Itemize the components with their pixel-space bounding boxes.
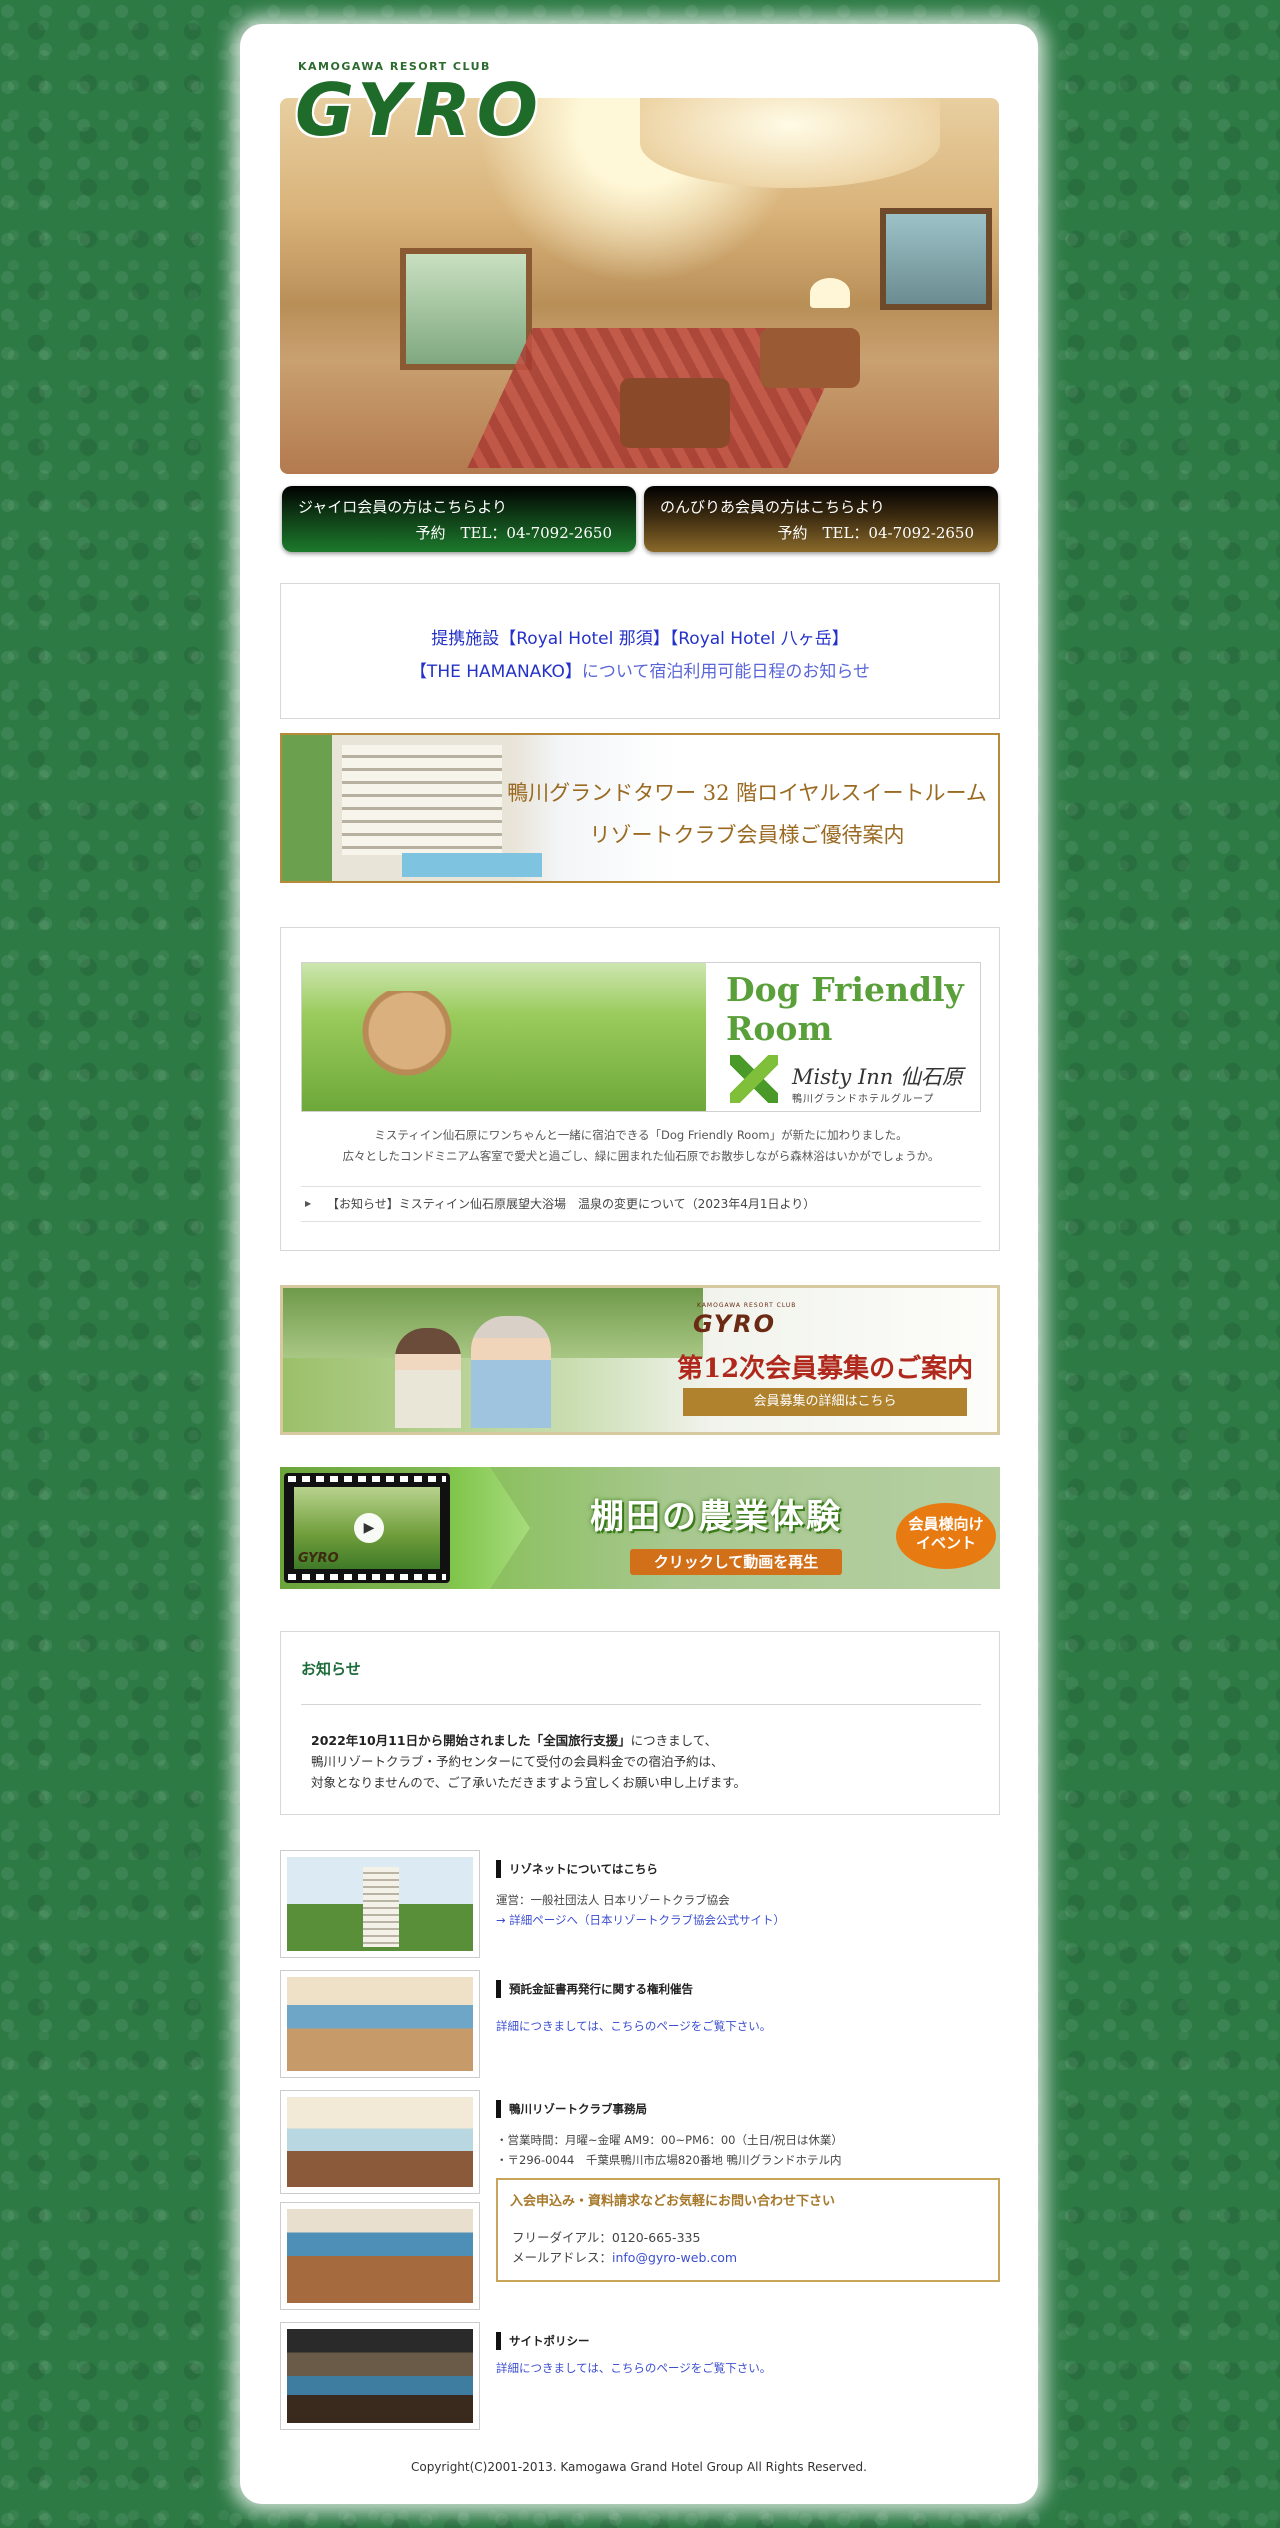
dog-desc-line1: ミスティイン仙石原にワンちゃんと一緒に宿泊できる「Dog Friendly Ro… xyxy=(374,1128,908,1142)
resonet-heading: リゾネットについてはこちら xyxy=(496,1860,658,1878)
onsen-change-news-link[interactable]: 【お知らせ】ミスティイン仙石原展望大浴場 温泉の変更について（2023年4月1日… xyxy=(301,1186,981,1222)
partner-notice-hamanako: 【THE HAMANAKO】 xyxy=(409,662,582,682)
misty-inn-logo: Misty Inn 仙石原 xyxy=(792,1065,963,1089)
site-policy-heading: サイトポリシー xyxy=(496,2332,590,2350)
notice-body: 2022年10月11日から開始されました「全国旅行支援」につきまして、 鴨川リゾ… xyxy=(311,1730,746,1793)
resonet-thumbnail[interactable] xyxy=(280,1850,480,1958)
bar-photo xyxy=(287,2329,473,2423)
rice-terrace-video-banner[interactable]: GYRO ▶ 棚田の農業体験 クリックして動画を再生 会員様向け イベント xyxy=(280,1467,1000,1589)
deposit-heading: 預託金証書再発行に関する権利催告 xyxy=(496,1980,693,1998)
tower-banner-line2: リゾートクラブ会員様ご優待案内 xyxy=(589,823,905,847)
copyright: Copyright(C)2001-2013. Kamogawa Grand Ho… xyxy=(410,2460,867,2474)
recruit-man-photo xyxy=(471,1316,551,1428)
misty-inn-leaf-icon xyxy=(730,1055,778,1103)
reserve-nonbiri-tel: 予約 TEL：04-7092-2650 xyxy=(777,524,975,542)
lobby-painting xyxy=(880,208,992,310)
ocean-room-photo xyxy=(287,1977,473,2071)
badge-line2: イベント xyxy=(915,1534,976,1552)
contact-mail-row: メールアドレス：info@gyro-web.com xyxy=(512,2248,737,2268)
lobby-sofa xyxy=(760,328,860,388)
dog-friendly-title: Dog Friendly Room xyxy=(726,970,964,1049)
lounge-photo xyxy=(287,2209,473,2303)
dog-description: ミスティイン仙石原にワンちゃんと一緒に宿泊できる「Dog Friendly Ro… xyxy=(281,1125,1001,1167)
lobby-photo xyxy=(280,98,999,474)
partner-notice-line2[interactable]: 【THE HAMANAKO】について宿泊利用可能日程のお知らせ xyxy=(281,657,999,682)
reserve-gyro-label: ジャイロ会員の方はこちらより xyxy=(298,498,507,516)
contact-freedial: フリーダイアル：0120-665-335 xyxy=(512,2230,701,2245)
notice-line1: 2022年10月11日から開始されました「全国旅行支援」につきまして、 xyxy=(311,1730,746,1751)
room-thumbnail xyxy=(280,1970,480,2078)
office-info: ・営業時間：月曜~金曜 AM9：00~PM6：00（土日/祝日は休業） ・〒29… xyxy=(496,2130,843,2170)
dog-photo xyxy=(362,991,452,1091)
bar-thumbnail xyxy=(280,2322,480,2430)
office-address: ・〒296-0044 千葉県鴨川市広場820番地 鴨川グランドホテル内 xyxy=(496,2153,842,2167)
member-event-badge: 会員様向け イベント xyxy=(896,1503,996,1569)
member-recruitment-banner[interactable]: KAMOGAWA RESORT CLUB GYRO 第12次会員募集のご案内 会… xyxy=(280,1285,1000,1435)
lounge-thumbnail xyxy=(280,2202,480,2310)
contact-box: 入会申込み・資料請求などお気軽にお問い合わせ下さい フリーダイアル：0120-6… xyxy=(496,2178,1000,2282)
suite-thumbnail xyxy=(280,2090,480,2194)
reserve-nonbiri-label: のんびりあ会員の方はこちらより xyxy=(660,498,885,516)
recruit-woman-photo xyxy=(395,1328,461,1428)
film-holes-bottom xyxy=(288,1574,446,1580)
lobby-window xyxy=(400,248,532,370)
dog-title-line1: Dog Friendly xyxy=(726,970,964,1009)
tanada-gyro-logo: GYRO xyxy=(298,1551,339,1566)
recruit-details-button[interactable]: 会員募集の詳細はこちら xyxy=(683,1388,967,1416)
lobby-sofa xyxy=(620,378,730,448)
arrow-decoration xyxy=(450,1467,530,1589)
notice-line1-rest: につきまして、 xyxy=(630,1733,718,1748)
deposit-details-link[interactable]: 詳細につきましては、こちらのページをご覧下さい。 xyxy=(496,2016,771,2036)
badge-line1: 会員様向け xyxy=(908,1515,984,1533)
office-heading: 鴨川リゾートクラブ事務局 xyxy=(496,2100,647,2118)
site-policy-link[interactable]: 詳細につきましては、こちらのページをご覧下さい。 xyxy=(496,2358,771,2378)
tower-photo xyxy=(287,1857,473,1951)
hotel-group-name: 鴨川グランドホテルグループ xyxy=(792,1094,935,1105)
grand-tower-suite-banner[interactable]: 鴨川グランドタワー 32 階ロイヤルスイートルーム リゾートクラブ会員様ご優待案… xyxy=(280,733,1000,883)
dog-desc-line2: 広々としたコンドミニアム客室で愛犬と過ごし、緑に囲まれた仙石原でお散歩しながら森… xyxy=(342,1149,940,1163)
notice-line1-bold: 2022年10月11日から開始されました「全国旅行支援」 xyxy=(311,1733,631,1748)
resonet-org: 運営：一般社団法人 日本リゾートクラブ協会 xyxy=(496,1893,730,1907)
tower-banner-line1: 鴨川グランドタワー 32 階ロイヤルスイートルーム xyxy=(507,781,987,805)
film-holes-top xyxy=(288,1476,446,1482)
contact-mail-link[interactable]: info@gyro-web.com xyxy=(612,2250,737,2265)
notice-section: お知らせ 2022年10月11日から開始されました「全国旅行支援」につきまして、… xyxy=(280,1631,1000,1815)
notice-title: お知らせ xyxy=(301,1660,361,1678)
recruit-gyro-logo: GYRO xyxy=(693,1310,776,1338)
partner-notice-suffix: について宿泊利用可能日程のお知らせ xyxy=(581,662,871,682)
resonet-info: 運営：一般社団法人 日本リゾートクラブ協会 → 詳細ページへ（日本リゾートクラブ… xyxy=(496,1890,785,1930)
reserve-nonbiri-button[interactable]: のんびりあ会員の方はこちらより 予約 TEL：04-7092-2650 xyxy=(644,486,998,552)
dog-friendly-section: Dog Friendly Room Misty Inn 仙石原 鴨川グランドホテ… xyxy=(280,927,1000,1251)
partner-hotel-notice[interactable]: 提携施設【Royal Hotel 那須】【Royal Hotel 八ヶ岳】 【T… xyxy=(280,583,1000,719)
play-video-button[interactable]: クリックして動画を再生 xyxy=(630,1549,842,1575)
notice-line2: 鴨川リゾートクラブ・予約センターにて受付の会員料金での宿泊予約は、 xyxy=(311,1754,724,1769)
office-hours: ・営業時間：月曜~金曜 AM9：00~PM6：00（土日/祝日は休業） xyxy=(496,2133,843,2147)
lobby-lamp xyxy=(810,278,850,308)
tanada-title: 棚田の農業体験 xyxy=(590,1497,842,1537)
ceiling-dome xyxy=(640,98,940,188)
reserve-gyro-tel: 予約 TEL：04-7092-2650 xyxy=(415,524,613,542)
partner-notice-line1[interactable]: 提携施設【Royal Hotel 那須】【Royal Hotel 八ヶ岳】 xyxy=(281,624,999,649)
recruit-headline: 第12次会員募集のご案内 xyxy=(677,1354,974,1384)
reserve-gyro-button[interactable]: ジャイロ会員の方はこちらより 予約 TEL：04-7092-2650 xyxy=(282,486,636,552)
notice-divider xyxy=(301,1704,981,1705)
contact-title: 入会申込み・資料請求などお気軽にお問い合わせ下さい xyxy=(510,2194,836,2209)
dog-title-line2: Room xyxy=(726,1008,833,1048)
page-container: KAMOGAWA RESORT CLUB GYRO ジャイロ会員の方はこちらより… xyxy=(240,24,1038,2504)
recruit-logo-subtitle: KAMOGAWA RESORT CLUB xyxy=(697,1302,797,1309)
play-icon[interactable]: ▶ xyxy=(354,1513,384,1543)
contact-body: フリーダイアル：0120-665-335 メールアドレス：info@gyro-w… xyxy=(512,2228,737,2268)
dog-friendly-banner[interactable]: Dog Friendly Room Misty Inn 仙石原 鴨川グランドホテ… xyxy=(301,962,981,1112)
resonet-details-link[interactable]: → 詳細ページへ（日本リゾートクラブ協会公式サイト） xyxy=(496,1910,785,1930)
tower-pool-image xyxy=(402,853,542,877)
notice-line3: 対象となりませんので、ご了承いただきますよう宜しくお願い申し上げます。 xyxy=(311,1775,747,1790)
contact-mail-label: メールアドレス： xyxy=(512,2250,613,2265)
suite-room-photo xyxy=(287,2097,473,2187)
gyro-logo[interactable]: GYRO xyxy=(295,74,544,146)
